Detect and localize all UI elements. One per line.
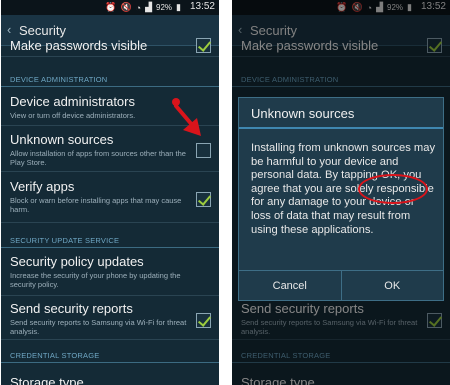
clock: 13:52 <box>189 1 215 12</box>
phone-screen-right: ⏰ 🔇 ◔ ▟ 92% ▮ 13:52 ‹ Security Make pass… <box>232 0 450 385</box>
cancel-button[interactable]: Cancel <box>239 271 341 300</box>
status-bar: ⏰ 🔇 ◔ ▟ 92% ▮ 13:52 <box>1 0 219 15</box>
send-security-reports-checkbox[interactable] <box>196 313 211 328</box>
section-header-device-admin: DEVICE ADMINISTRATION <box>10 75 108 84</box>
setting-subtitle: Allow installation of apps from sources … <box>10 149 186 167</box>
section-header-security-update: SECURITY UPDATE SERVICE <box>10 236 120 245</box>
setting-subtitle: Block or warn before installing apps tha… <box>10 196 182 214</box>
back-chevron-icon[interactable]: ‹ <box>7 22 11 37</box>
setting-subtitle: View or turn off device administrators. <box>10 111 136 120</box>
make-passwords-visible-checkbox[interactable] <box>196 38 211 53</box>
verify-apps-checkbox[interactable] <box>196 192 211 207</box>
setting-subtitle: Increase the security of your phone by u… <box>10 271 181 289</box>
alarm-icon: ⏰ <box>105 2 117 12</box>
page-title[interactable]: Security <box>19 23 66 38</box>
dialog-message: Installing from unknown sources may be h… <box>251 142 436 236</box>
annotation-arrow-icon <box>174 104 201 136</box>
battery-percent: 92% <box>156 3 173 12</box>
unknown-sources-checkbox[interactable] <box>196 143 211 158</box>
setting-verify-apps[interactable]: Verify apps Block or warn before install… <box>1 172 219 223</box>
section-header-credential-storage: CREDENTIAL STORAGE <box>10 351 100 360</box>
setting-title: Send security reports <box>10 301 133 316</box>
phone-screen-left: ⏰ 🔇 ◔ ▟ 92% ▮ 13:52 ‹ Security Make pass… <box>1 0 219 385</box>
setting-storage-type[interactable]: Storage type <box>1 363 219 385</box>
setting-subtitle: Send security reports to Samsung via Wi-… <box>10 318 187 336</box>
unknown-sources-dialog: Unknown sources Installing from unknown … <box>238 97 444 301</box>
setting-make-passwords-visible[interactable]: Make passwords visible <box>1 38 219 57</box>
signal-icon: ▟ <box>145 2 153 12</box>
setting-title: Unknown sources <box>10 132 114 147</box>
battery-icon: ▮ <box>176 2 181 12</box>
wifi-icon: ◔ <box>135 2 142 13</box>
ok-button[interactable]: OK <box>340 271 444 300</box>
setting-security-policy-updates[interactable]: Security policy updates Increase the sec… <box>1 248 219 296</box>
settings-list[interactable]: Make passwords visible DEVICE ADMINISTRA… <box>1 38 219 385</box>
setting-title: Verify apps <box>10 179 75 194</box>
setting-title: Security policy updates <box>10 254 144 269</box>
setting-title: Make passwords visible <box>10 38 148 53</box>
dialog-title: Unknown sources <box>239 98 443 129</box>
setting-send-security-reports[interactable]: Send security reports Send security repo… <box>1 296 219 340</box>
setting-title: Device administrators <box>10 94 135 109</box>
mute-icon: 🔇 <box>120 2 132 12</box>
dialog-button-bar: Cancel OK <box>239 270 443 300</box>
setting-title: Storage type <box>10 375 84 385</box>
